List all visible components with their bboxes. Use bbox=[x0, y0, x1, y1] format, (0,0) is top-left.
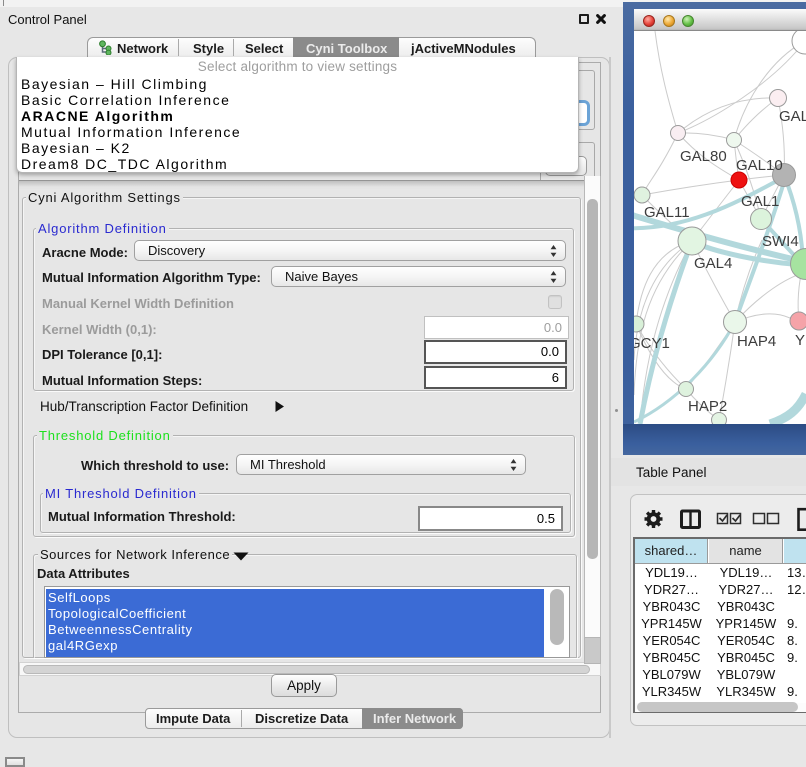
svg-text:Y: Y bbox=[795, 332, 805, 349]
svg-text:GAL1: GAL1 bbox=[741, 193, 779, 210]
svg-text:GAL7: GAL7 bbox=[779, 108, 806, 125]
svg-text:SWI4: SWI4 bbox=[762, 233, 799, 250]
svg-text:HAP4: HAP4 bbox=[737, 333, 776, 350]
svg-text:GCY1: GCY1 bbox=[634, 335, 670, 352]
svg-text:HAP2: HAP2 bbox=[688, 398, 727, 415]
svg-text:GAL80: GAL80 bbox=[680, 148, 727, 165]
svg-text:GAL11: GAL11 bbox=[644, 204, 690, 221]
svg-text:GAL10: GAL10 bbox=[736, 157, 783, 174]
svg-text:GAL4: GAL4 bbox=[694, 255, 732, 272]
